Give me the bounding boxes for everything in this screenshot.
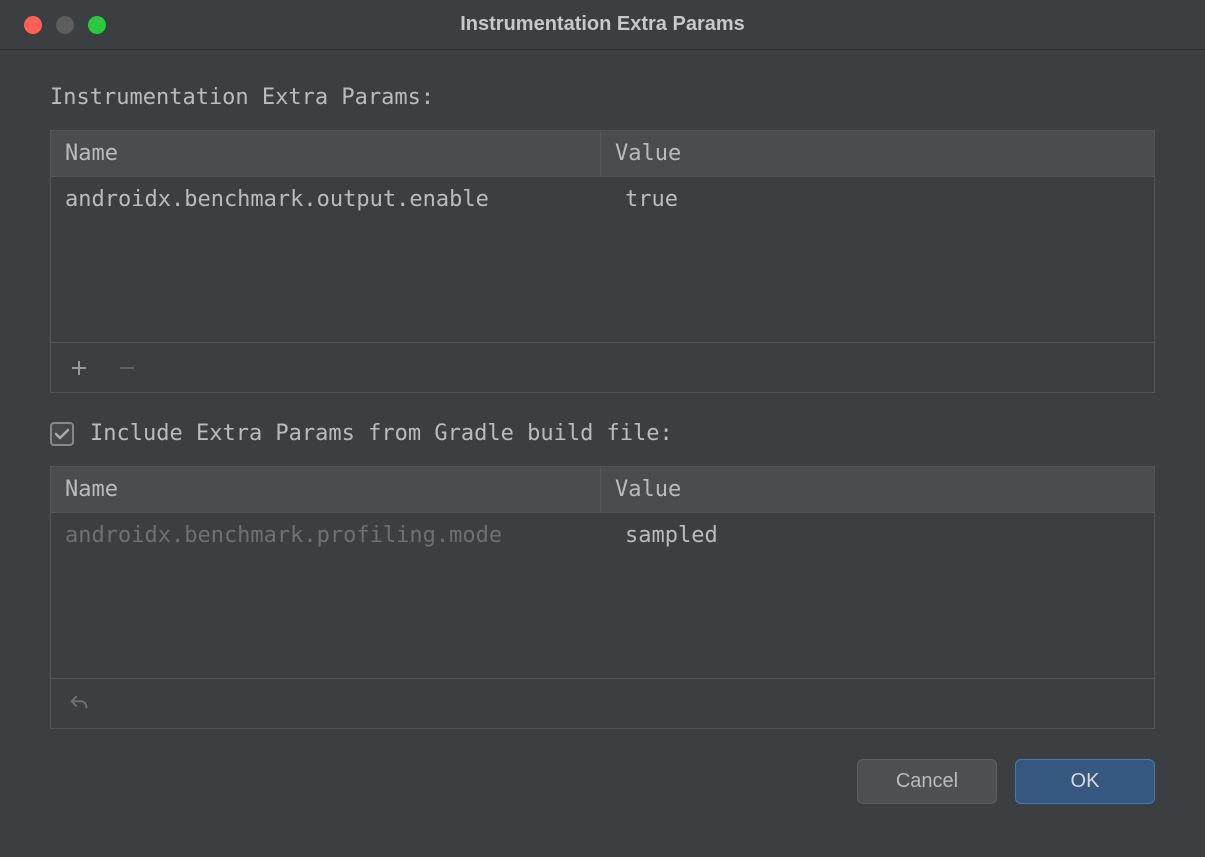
minimize-window-button[interactable]	[56, 16, 74, 34]
include-gradle-params-row: Include Extra Params from Gradle build f…	[50, 421, 1155, 446]
cancel-button[interactable]: Cancel	[857, 759, 997, 804]
gradle-params-table: Name Value androidx.benchmark.profiling.…	[50, 466, 1155, 729]
minus-icon	[118, 359, 136, 377]
params-table-toolbar	[51, 342, 1154, 392]
titlebar: Instrumentation Extra Params	[0, 0, 1205, 50]
params-section-label: Instrumentation Extra Params:	[50, 85, 1155, 110]
reset-button[interactable]	[67, 692, 91, 716]
gradle-table-header: Name Value	[51, 467, 1154, 513]
gradle-table-body: androidx.benchmark.profiling.mode sample…	[51, 513, 1154, 678]
include-gradle-label: Include Extra Params from Gradle build f…	[90, 421, 673, 446]
add-row-button[interactable]	[67, 356, 91, 380]
column-header-value[interactable]: Value	[601, 467, 1154, 512]
ok-button[interactable]: OK	[1015, 759, 1155, 804]
params-table-body[interactable]: androidx.benchmark.output.enable true	[51, 177, 1154, 342]
remove-row-button[interactable]	[115, 356, 139, 380]
dialog-content: Instrumentation Extra Params: Name Value…	[0, 50, 1205, 829]
undo-icon	[68, 693, 90, 715]
window-controls	[0, 16, 106, 34]
column-header-value[interactable]: Value	[601, 131, 1154, 176]
param-value-cell[interactable]: true	[601, 177, 1154, 222]
dialog-buttons: Cancel OK	[50, 759, 1155, 804]
check-icon	[54, 426, 70, 442]
param-value-cell: sampled	[601, 513, 1154, 558]
params-table-header: Name Value	[51, 131, 1154, 177]
plus-icon	[70, 359, 88, 377]
window-title: Instrumentation Extra Params	[0, 13, 1205, 36]
gradle-table-toolbar	[51, 678, 1154, 728]
params-table: Name Value androidx.benchmark.output.ena…	[50, 130, 1155, 393]
close-window-button[interactable]	[24, 16, 42, 34]
include-gradle-checkbox[interactable]	[50, 422, 74, 446]
maximize-window-button[interactable]	[88, 16, 106, 34]
column-header-name[interactable]: Name	[51, 467, 601, 512]
column-header-name[interactable]: Name	[51, 131, 601, 176]
param-name-cell[interactable]: androidx.benchmark.output.enable	[51, 177, 601, 222]
table-row[interactable]: androidx.benchmark.output.enable true	[51, 177, 1154, 222]
param-name-cell: androidx.benchmark.profiling.mode	[51, 513, 601, 558]
table-row: androidx.benchmark.profiling.mode sample…	[51, 513, 1154, 558]
